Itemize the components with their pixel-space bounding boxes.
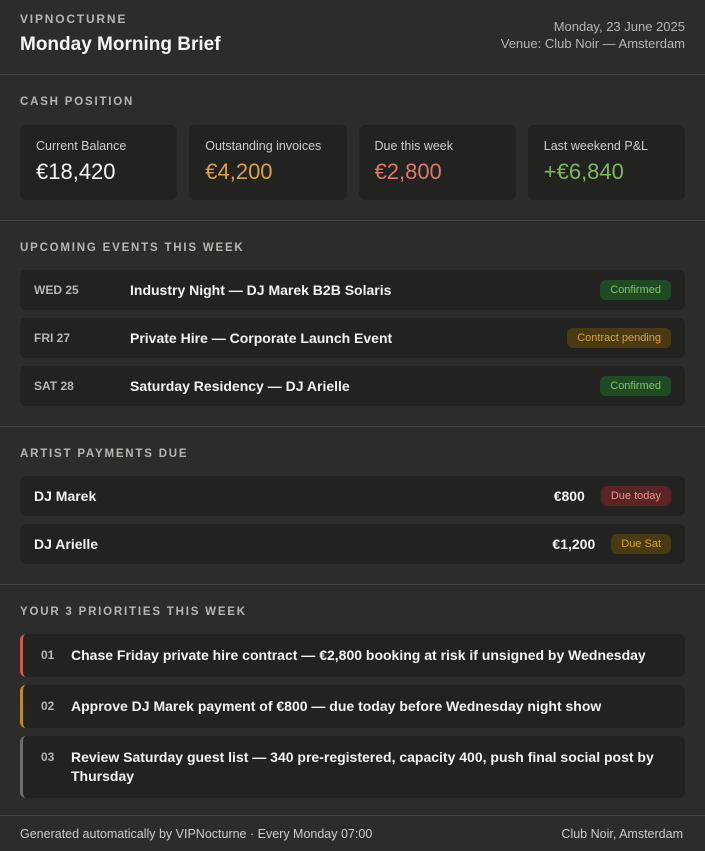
event-row[interactable]: FRI 27 Private Hire — Corporate Launch E… [20, 318, 685, 358]
payment-row[interactable]: DJ Arielle €1,200 Due Sat [20, 524, 685, 564]
cash-value: +€6,840 [543, 159, 624, 184]
header-right: Monday, 23 June 2025 Venue: Club Noir — … [501, 12, 685, 52]
priority-item[interactable]: 03 Review Saturday guest list — 340 pre-… [20, 736, 685, 798]
payment-row[interactable]: DJ Marek €800 Due today [20, 476, 685, 516]
cash-label: Outstanding invoices [205, 139, 322, 153]
venue-label: Venue: Club Noir — Amsterdam [500, 36, 685, 51]
cash-position-section: CASH POSITION Current Balance €18,420 Ou… [0, 75, 705, 220]
priority-text: Approve DJ Marek payment of €800 — due t… [71, 698, 602, 714]
cash-label: Last weekend P&L [543, 139, 648, 153]
status-badge: Contract pending [567, 328, 671, 348]
brief-date: Monday, 23 June 2025 [553, 19, 685, 34]
status-badge: Due today [600, 486, 671, 506]
cash-value: €4,200 [205, 159, 273, 184]
event-row[interactable]: WED 25 Industry Night — DJ Marek B2B Sol… [20, 270, 685, 310]
section-title: ARTIST PAYMENTS DUE [20, 448, 189, 460]
event-date: SAT 28 [34, 379, 74, 393]
priority-item[interactable]: 02 Approve DJ Marek payment of €800 — du… [20, 685, 685, 728]
priority-text: Chase Friday private hire contract — €2,… [71, 647, 646, 663]
event-date: FRI 27 [34, 331, 71, 345]
cash-card-last-weekend-pl: Last weekend P&L +€6,840 [527, 125, 685, 200]
upcoming-events-section: UPCOMING EVENTS THIS WEEK WED 25 Industr… [0, 221, 705, 426]
events-list: WED 25 Industry Night — DJ Marek B2B Sol… [20, 270, 685, 406]
priority-number: 03 [41, 750, 55, 764]
cash-value: €2,800 [374, 159, 442, 184]
event-date: WED 25 [34, 283, 79, 297]
cash-value: €18,420 [36, 159, 116, 184]
cash-label: Due this week [374, 139, 454, 153]
priorities-list: 01 Chase Friday private hire contract — … [20, 634, 685, 798]
payments-list: DJ Marek €800 Due today DJ Arielle €1,20… [20, 476, 685, 564]
artist-name: DJ Marek [34, 488, 97, 504]
header-left: VIPNOCTURNE Monday Morning Brief [20, 12, 221, 56]
event-name: Industry Night — DJ Marek B2B Solaris [130, 282, 392, 298]
cash-card-current-balance: Current Balance €18,420 [20, 125, 178, 200]
payment-amount: €1,200 [552, 536, 596, 552]
page-title: Monday Morning Brief [20, 34, 221, 55]
event-name: Private Hire — Corporate Launch Event [130, 330, 393, 346]
event-name: Saturday Residency — DJ Arielle [130, 378, 350, 394]
artist-payments-section: ARTIST PAYMENTS DUE DJ Marek €800 Due to… [0, 427, 705, 584]
footer-generated-note: Generated automatically by VIPNocturne ·… [20, 826, 373, 841]
priority-number: 02 [41, 699, 55, 713]
brand-name: VIPNOCTURNE [20, 12, 128, 26]
status-badge: Confirmed [600, 376, 671, 396]
brief-header: VIPNOCTURNE Monday Morning Brief Monday,… [0, 0, 705, 74]
priorities-section: YOUR 3 PRIORITIES THIS WEEK 01 Chase Fri… [0, 585, 705, 818]
priority-text: Review Saturday guest list — 340 pre-reg… [71, 749, 654, 784]
artist-name: DJ Arielle [34, 536, 99, 552]
cash-card-outstanding-invoices: Outstanding invoices €4,200 [189, 125, 347, 200]
priority-number: 01 [41, 648, 55, 662]
cash-cards: Current Balance €18,420 Outstanding invo… [20, 125, 685, 200]
footer-venue: Club Noir, Amsterdam [561, 826, 683, 841]
status-badge: Due Sat [611, 534, 671, 554]
footer: Generated automatically by VIPNocturne ·… [0, 815, 705, 851]
status-badge: Confirmed [600, 280, 671, 300]
priority-item[interactable]: 01 Chase Friday private hire contract — … [20, 634, 685, 677]
event-row[interactable]: SAT 28 Saturday Residency — DJ Arielle C… [20, 366, 685, 406]
cash-card-due-this-week: Due this week €2,800 [358, 125, 516, 200]
payment-amount: €800 [553, 488, 585, 504]
section-title: UPCOMING EVENTS THIS WEEK [20, 242, 245, 254]
section-title: CASH POSITION [20, 96, 135, 108]
section-title: YOUR 3 PRIORITIES THIS WEEK [20, 606, 247, 618]
cash-label: Current Balance [36, 139, 127, 153]
